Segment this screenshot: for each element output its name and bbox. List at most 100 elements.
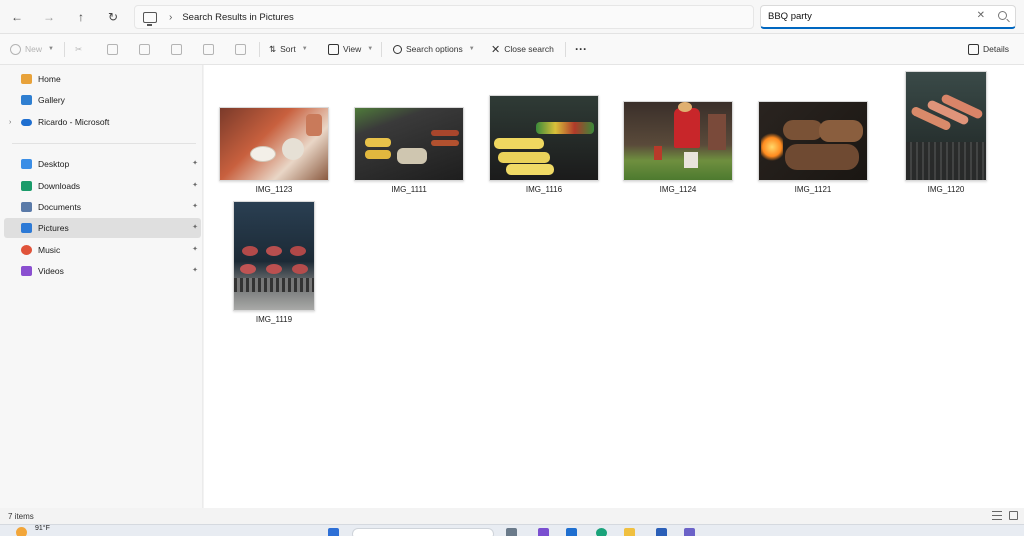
sidebar-item-label: Pictures xyxy=(38,223,69,233)
file-explorer-icon[interactable] xyxy=(624,528,635,536)
documents-icon xyxy=(21,202,32,212)
app-icon[interactable] xyxy=(684,528,695,536)
sidebar-item-label: Downloads xyxy=(38,181,81,191)
close-search-button[interactable]: ✕ Close search xyxy=(491,41,554,57)
share-icon xyxy=(203,43,214,55)
edge-icon[interactable] xyxy=(596,528,607,536)
navigation-pane: Home Gallery › Ricardo - Microsoft Deskt… xyxy=(0,65,203,508)
cut-button[interactable]: ✂ xyxy=(75,41,82,57)
item-count: 7 items xyxy=(8,512,34,521)
large-icons-view-icon[interactable] xyxy=(1009,511,1018,520)
copy-icon xyxy=(107,43,118,55)
details-view-icon[interactable] xyxy=(992,511,1002,520)
paste-button[interactable] xyxy=(139,41,150,57)
sort-button[interactable]: ⇅ Sort ▼ xyxy=(269,41,308,57)
file-item[interactable]: IMG_1120 xyxy=(904,71,988,194)
file-item[interactable]: IMG_1121 xyxy=(757,101,869,194)
file-name: IMG_1120 xyxy=(927,185,965,194)
file-name: IMG_1111 xyxy=(391,185,427,194)
more-options-button[interactable]: ··· xyxy=(575,41,587,57)
image-thumbnail[interactable] xyxy=(354,107,464,181)
videos-icon xyxy=(21,266,32,276)
copy-button[interactable] xyxy=(107,41,118,57)
app-icon[interactable] xyxy=(538,528,549,536)
weather-temperature: 91°F xyxy=(35,525,50,532)
divider xyxy=(565,42,566,57)
search-options-label: Search options xyxy=(406,44,463,54)
image-thumbnail[interactable] xyxy=(758,101,868,181)
pin-icon: ✦ xyxy=(192,224,198,231)
close-search-label: Close search xyxy=(504,44,554,54)
taskbar: 91°F xyxy=(0,524,1024,536)
task-view-icon[interactable] xyxy=(506,528,517,536)
sidebar-item-label: Documents xyxy=(38,202,81,212)
new-button-label: New xyxy=(25,44,43,54)
divider xyxy=(12,143,196,144)
sidebar-item-label: Music xyxy=(38,245,61,255)
sidebar-item-onedrive[interactable]: › Ricardo - Microsoft xyxy=(4,112,201,132)
arrow-right-icon: → xyxy=(43,10,55,24)
start-icon[interactable] xyxy=(328,528,339,536)
file-name: IMG_1123 xyxy=(255,185,293,194)
file-name: IMG_1124 xyxy=(659,185,697,194)
refresh-button[interactable]: ↻ xyxy=(103,8,123,26)
close-icon[interactable]: ✕ xyxy=(977,10,985,21)
file-item[interactable]: IMG_1123 xyxy=(218,107,330,194)
sidebar-item-downloads[interactable]: Downloads ✦ xyxy=(4,176,201,196)
app-icon[interactable] xyxy=(566,528,577,536)
new-button[interactable]: New ▼ xyxy=(10,41,54,57)
taskbar-search[interactable] xyxy=(352,528,494,536)
chevron-right-icon[interactable]: › xyxy=(9,119,11,126)
search-icon[interactable] xyxy=(998,11,1007,20)
weather-icon[interactable] xyxy=(16,527,27,536)
download-icon xyxy=(21,181,32,191)
refresh-icon: ↻ xyxy=(107,10,119,24)
share-button[interactable] xyxy=(203,41,214,57)
breadcrumb-location[interactable]: Search Results in Pictures xyxy=(182,12,293,23)
divider xyxy=(381,42,382,57)
sidebar-item-label: Desktop xyxy=(38,159,70,169)
cloud-icon xyxy=(21,118,32,126)
app-icon[interactable] xyxy=(656,528,667,536)
view-button[interactable]: View ▼ xyxy=(328,41,373,57)
search-input[interactable] xyxy=(768,11,968,22)
delete-button[interactable] xyxy=(235,41,246,57)
back-button[interactable]: ← xyxy=(7,8,27,26)
sidebar-item-videos[interactable]: Videos ✦ xyxy=(4,261,201,281)
search-options-icon xyxy=(393,44,402,54)
plus-icon xyxy=(10,43,21,55)
desktop-icon xyxy=(21,159,32,169)
sidebar-item-music[interactable]: Music ✦ xyxy=(4,240,201,260)
image-thumbnail[interactable] xyxy=(233,201,315,311)
pictures-icon xyxy=(21,223,32,233)
up-button[interactable]: ↑ xyxy=(71,8,91,26)
computer-icon xyxy=(143,11,157,26)
file-item[interactable]: IMG_1116 xyxy=(488,95,600,194)
sidebar-item-label: Videos xyxy=(38,266,64,276)
search-options-button[interactable]: Search options ▼ xyxy=(393,41,475,57)
close-icon: ✕ xyxy=(491,43,501,56)
home-icon xyxy=(21,74,32,84)
sidebar-item-home[interactable]: Home xyxy=(4,69,201,89)
forward-button[interactable]: → xyxy=(39,8,59,26)
sidebar-item-gallery[interactable]: Gallery xyxy=(4,90,201,110)
file-item[interactable]: IMG_1119 xyxy=(232,201,316,324)
image-thumbnail[interactable] xyxy=(489,95,599,181)
search-box[interactable]: ✕ xyxy=(760,5,1016,29)
image-thumbnail[interactable] xyxy=(905,71,987,181)
rename-button[interactable] xyxy=(171,41,182,57)
sidebar-item-documents[interactable]: Documents ✦ xyxy=(4,197,201,217)
sidebar-item-pictures[interactable]: Pictures ✦ xyxy=(4,218,201,238)
details-button[interactable]: Details xyxy=(968,41,1009,57)
sort-icon: ⇅ xyxy=(269,43,277,54)
image-thumbnail[interactable] xyxy=(623,101,733,181)
image-thumbnail[interactable] xyxy=(219,107,329,181)
file-item[interactable]: IMG_1111 xyxy=(353,107,465,194)
breadcrumb[interactable]: › Search Results in Pictures xyxy=(134,5,754,29)
chevron-down-icon: ▼ xyxy=(468,46,475,52)
file-item[interactable]: IMG_1124 xyxy=(622,101,734,194)
sidebar-item-desktop[interactable]: Desktop ✦ xyxy=(4,154,201,174)
sidebar-item-label: Home xyxy=(38,74,61,84)
sidebar-item-label: Gallery xyxy=(38,95,65,105)
file-list: IMG_1123 IMG_1111 IMG_1116 IMG_1124 IMG_… xyxy=(204,65,1024,508)
